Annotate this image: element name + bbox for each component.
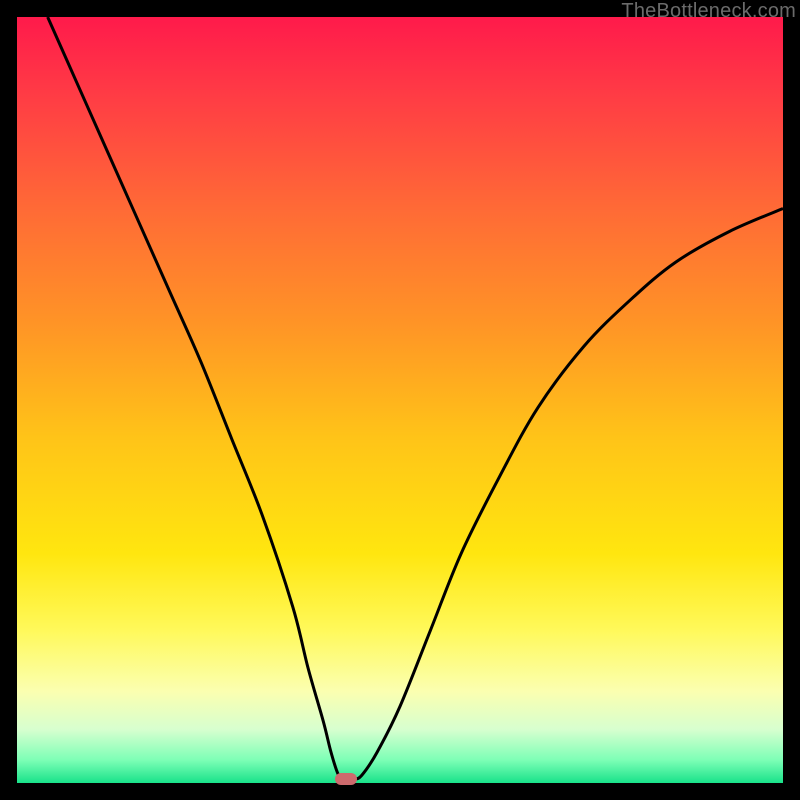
plot-area (17, 17, 783, 783)
curve-layer (17, 17, 783, 783)
watermark-text: TheBottleneck.com (621, 0, 796, 23)
bottleneck-curve (48, 17, 783, 780)
chart-frame (17, 17, 783, 783)
optimal-point-marker (335, 773, 357, 785)
